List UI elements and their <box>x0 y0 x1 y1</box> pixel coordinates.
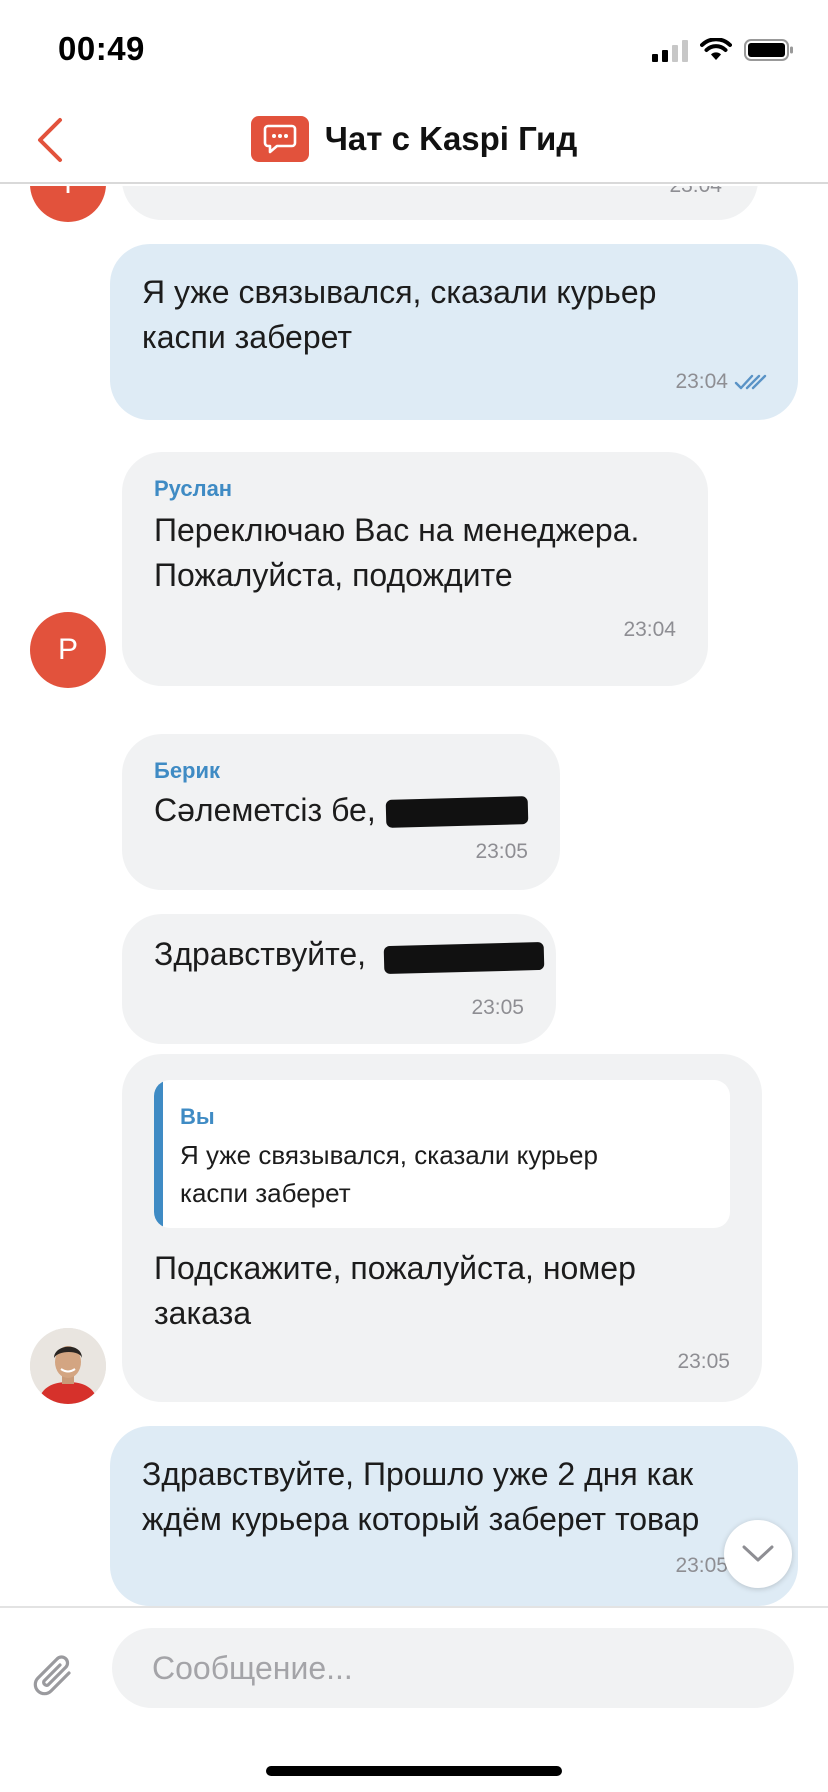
message-bubble-incoming[interactable]: Руслан Переключаю Вас на менеджера. Пожа… <box>122 452 708 686</box>
agent-photo <box>30 1328 106 1404</box>
message-bubble-outgoing[interactable]: Здравствуйте, Прошло уже 2 дня как ждём … <box>110 1426 798 1606</box>
status-time: 00:49 <box>58 30 145 67</box>
chat-bubble-icon <box>250 116 309 162</box>
message-time: 23:04 <box>623 618 676 641</box>
message-text-line: заказа <box>154 1295 252 1331</box>
message-time: 23:05 <box>471 996 524 1019</box>
message-time: 23:05 <box>475 840 528 863</box>
message-sender: Руслан <box>154 476 233 501</box>
message-bubble-incoming[interactable]: Вы Я уже связывался, сказали курьер касп… <box>122 1054 762 1402</box>
signal-icon <box>652 40 688 62</box>
message-time: 23:04 <box>669 186 722 198</box>
page-title: Чат с Kaspi Гид <box>324 120 578 157</box>
message-text-line: Я уже связывался, сказали курьер <box>142 274 657 310</box>
attach-button[interactable] <box>30 1648 80 1704</box>
scroll-to-bottom-button[interactable] <box>724 1520 792 1588</box>
agent-avatar <box>30 1328 106 1404</box>
avatar: Р <box>30 612 106 688</box>
message-text-line: Здравствуйте, <box>154 936 367 972</box>
quote-text-line: каспи заберет <box>180 1178 351 1208</box>
message-text-line: Подскажите, пожалуйста, номер <box>154 1250 636 1286</box>
chevron-down-icon <box>742 1545 774 1562</box>
message-text-line: Переключаю Вас на менеджера. <box>154 512 640 548</box>
quote-sender: Вы <box>180 1104 215 1129</box>
message-time: 23:04 <box>675 370 728 393</box>
message-time: 23:05 <box>675 1554 728 1577</box>
wifi-icon <box>700 38 732 60</box>
message-bubble-incoming[interactable]: Берик Сәлеметсіз бе, 23:05 <box>122 734 560 890</box>
status-icons <box>652 36 794 62</box>
redacted-name <box>385 796 529 828</box>
avatar: Т <box>30 186 106 222</box>
chat-title-group: Чат с Kaspi Гид <box>0 116 828 162</box>
message-time: 23:05 <box>677 1350 730 1373</box>
quote-text-line: Я уже связывался, сказали курьер <box>180 1140 598 1170</box>
message-input-bar <box>0 1606 828 1792</box>
redacted-name <box>383 941 545 975</box>
message-text-line: Здравствуйте, Прошло уже 2 дня как <box>142 1456 694 1492</box>
status-bar: 00:49 <box>0 0 828 100</box>
message-sender: Берик <box>154 758 221 783</box>
double-check-icon <box>734 374 767 390</box>
quoted-message[interactable]: Вы Я уже связывался, сказали курьер касп… <box>154 1080 730 1228</box>
message-input[interactable] <box>112 1628 794 1708</box>
home-indicator <box>266 1766 562 1776</box>
message-bubble-incoming[interactable]: Здравствуйте, 23:05 <box>122 914 556 1044</box>
message-bubble-outgoing[interactable]: Я уже связывался, сказали курьер каспи з… <box>110 244 798 420</box>
message-bubble-incoming[interactable]: 23:04 <box>122 186 758 220</box>
message-text-line: ждём курьера который заберет товар <box>142 1501 700 1537</box>
chat-messages[interactable]: Т 23:04 Я уже связывался, сказали курьер… <box>0 186 828 1606</box>
message-text-line: каспи заберет <box>142 319 353 355</box>
quote-accent-bar <box>154 1080 163 1228</box>
message-text-line: Пожалуйста, подождите <box>154 557 513 593</box>
nav-bar: Чат с Kaspi Гид <box>0 100 828 184</box>
paperclip-icon <box>33 1655 71 1696</box>
battery-icon <box>744 39 793 61</box>
message-text-line: Сәлеметсіз бе, <box>154 792 376 828</box>
